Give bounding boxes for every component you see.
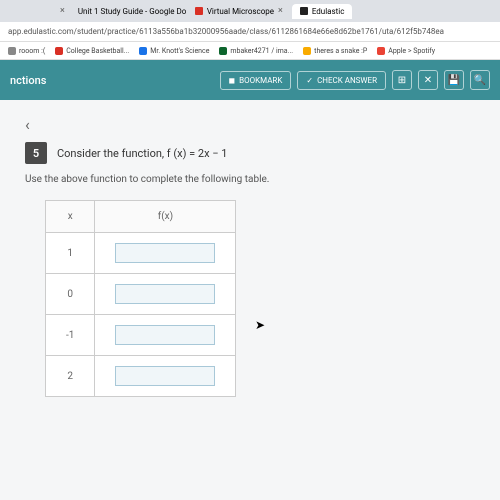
- question-text: Consider the function, f (x) = 2x − 1: [57, 147, 227, 160]
- table-row: 2: [46, 356, 236, 397]
- bookmark-item[interactable]: theres a snake :P: [303, 47, 367, 55]
- browser-tab[interactable]: Virtual Microscope ×: [187, 3, 291, 19]
- col-header-fx: f(x): [95, 201, 236, 233]
- x-value: 0: [46, 274, 95, 315]
- url-text: app.edulastic.com/student/practice/6113a…: [8, 27, 444, 36]
- check-icon: ✓: [306, 76, 313, 85]
- save-icon[interactable]: 💾: [444, 70, 464, 90]
- bookmark-item[interactable]: Mr. Knott's Science: [139, 47, 209, 55]
- app-header: nctions ◼BOOKMARK ✓CHECK ANSWER ⊞ ✕ 💾 🔍: [0, 60, 500, 100]
- check-answer-button[interactable]: ✓CHECK ANSWER: [297, 71, 386, 90]
- bookmark-icon: [55, 47, 63, 55]
- bookmark-icon: ◼: [229, 76, 236, 85]
- col-header-x: x: [46, 201, 95, 233]
- tab-title: Virtual Microscope: [207, 7, 274, 16]
- x-value: 2: [46, 356, 95, 397]
- tab-title: Edulastic: [312, 7, 345, 16]
- browser-tab-active[interactable]: Edulastic: [292, 4, 353, 19]
- bookmark-button[interactable]: ◼BOOKMARK: [220, 71, 292, 90]
- fx-input[interactable]: [115, 243, 215, 263]
- calculator-icon[interactable]: ⊞: [392, 70, 412, 90]
- question-content: ‹ 5 Consider the function, f (x) = 2x − …: [0, 100, 500, 500]
- x-value: -1: [46, 315, 95, 356]
- browser-tab-strip: × Unit 1 Study Guide - Google Docs × Vir…: [0, 0, 500, 22]
- search-icon[interactable]: 🔍: [470, 70, 490, 90]
- function-table: x f(x) 1 0 -1 2: [45, 200, 236, 397]
- bookmark-icon: [8, 47, 16, 55]
- table-row: -1: [46, 315, 236, 356]
- fx-input[interactable]: [115, 325, 215, 345]
- favicon-icon: [195, 7, 203, 15]
- page-title: nctions: [10, 74, 46, 87]
- close-tool-icon[interactable]: ✕: [418, 70, 438, 90]
- address-bar[interactable]: app.edulastic.com/student/practice/6113a…: [0, 22, 500, 42]
- table-row: 1: [46, 233, 236, 274]
- x-value: 1: [46, 233, 95, 274]
- bookmark-icon: [219, 47, 227, 55]
- fx-input[interactable]: [115, 284, 215, 304]
- bookmark-item[interactable]: rooom :(: [8, 47, 45, 55]
- fx-input[interactable]: [115, 366, 215, 386]
- bookmark-icon: [377, 47, 385, 55]
- close-icon[interactable]: ×: [60, 6, 65, 16]
- bookmarks-bar: rooom :( College Basketball... Mr. Knott…: [0, 42, 500, 60]
- instruction-text: Use the above function to complete the f…: [25, 174, 475, 185]
- table-row: 0: [46, 274, 236, 315]
- bookmark-icon: [139, 47, 147, 55]
- question-number: 5: [25, 142, 47, 164]
- bookmark-item[interactable]: College Basketball...: [55, 47, 129, 55]
- bookmark-icon: [303, 47, 311, 55]
- favicon-icon: [300, 7, 308, 15]
- browser-tab[interactable]: Unit 1 Study Guide - Google Docs ×: [66, 3, 186, 19]
- close-icon[interactable]: ×: [278, 6, 283, 16]
- tab-title: Unit 1 Study Guide - Google Docs: [78, 7, 186, 16]
- back-button[interactable]: ‹: [25, 115, 475, 134]
- bookmark-item[interactable]: mbaker4271 / ima...: [219, 47, 293, 55]
- bookmark-item[interactable]: Apple > Spotify: [377, 47, 435, 55]
